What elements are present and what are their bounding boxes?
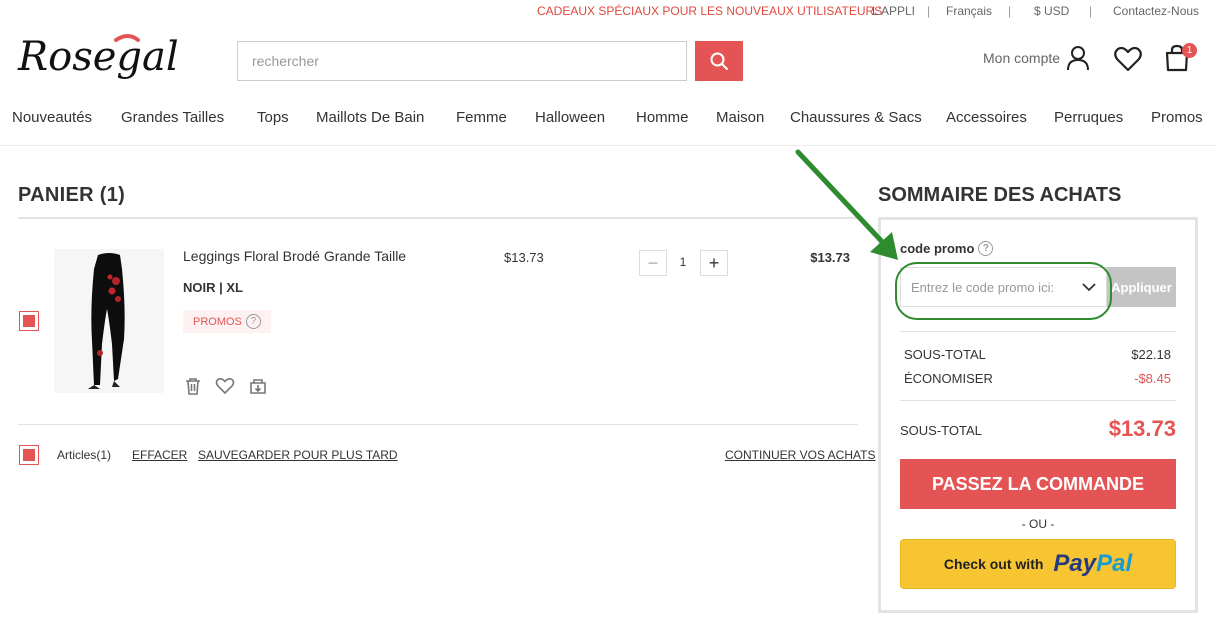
cart-footer-divider	[18, 424, 858, 425]
product-image[interactable]	[54, 249, 164, 393]
total-value: $13.73	[1108, 416, 1176, 441]
annotation-arrow-icon	[795, 149, 898, 260]
paypal-prefix: Check out with	[943, 556, 1044, 572]
product-variant: NOIR | XL	[183, 280, 243, 295]
apply-promo-button[interactable]: Appliquer	[1107, 267, 1176, 307]
search-button[interactable]	[695, 41, 743, 81]
paypal-logo-pal: Pal	[1096, 550, 1133, 577]
separator: |	[1008, 4, 1012, 18]
search-icon	[710, 52, 728, 70]
top-bar: CADEAUX SPÉCIAUX POUR LES NOUVEAUX UTILI…	[0, 4, 1216, 18]
language-selector[interactable]: Français	[946, 4, 992, 18]
nav-item-tops[interactable]: Tops	[257, 109, 289, 126]
nav-item-maillots[interactable]: Maillots De Bain	[316, 109, 424, 126]
trash-icon[interactable]	[183, 376, 203, 396]
search-input[interactable]	[237, 41, 687, 81]
rosegal-logo[interactable]: Rosegal	[16, 28, 198, 88]
separator: |	[1089, 4, 1093, 18]
nav-item-homme[interactable]: Homme	[636, 109, 689, 126]
wishlist-heart-icon[interactable]	[215, 376, 235, 396]
product-name[interactable]: Leggings Floral Brodé Grande Taille	[183, 248, 406, 264]
nav-item-accessoires[interactable]: Accessoires	[946, 109, 1027, 126]
paypal-logo-pay: Pay	[1053, 550, 1097, 577]
total-label: SOUS-TOTAL	[900, 423, 982, 438]
promo-tag[interactable]: PROMOS ?	[183, 310, 271, 333]
place-order-button[interactable]: PASSEZ LA COMMANDE	[900, 459, 1176, 509]
summary-divider	[900, 400, 1176, 401]
app-link[interactable]: L'APPLI	[872, 4, 915, 18]
summary-title: SOMMAIRE DES ACHATS	[878, 184, 1122, 206]
separator: |	[927, 4, 931, 18]
paypal-checkout-button[interactable]: Check out with PayPal	[900, 539, 1176, 589]
nav-item-promos[interactable]: Promos	[1151, 109, 1203, 126]
cart-title: PANIER (1)	[18, 184, 126, 206]
select-all-checkbox[interactable]	[19, 445, 39, 465]
item-select-checkbox[interactable]	[19, 311, 39, 331]
continue-shopping-link[interactable]: CONTINUER VOS ACHATS	[725, 448, 875, 462]
wishlist-heart-icon[interactable]	[1114, 46, 1142, 72]
subtotal-label: SOUS-TOTAL	[904, 347, 986, 362]
annotation-highlight-oval	[895, 262, 1112, 320]
subtotal-value: $22.18	[1131, 347, 1171, 362]
new-user-promo-link[interactable]: CADEAUX SPÉCIAUX POUR LES NOUVEAUX UTILI…	[537, 4, 882, 18]
save-for-later-icon[interactable]	[248, 376, 268, 396]
bag-count-badge: 1	[1182, 43, 1197, 58]
quantity-value[interactable]: 1	[672, 255, 694, 269]
promo-tag-label: PROMOS	[193, 315, 242, 328]
articles-count: Articles(1)	[57, 448, 112, 462]
savings-value: -$8.45	[1134, 371, 1171, 386]
nav-item-femme[interactable]: Femme	[456, 109, 507, 126]
nav-item-chaussures-sacs[interactable]: Chaussures & Sacs	[790, 109, 922, 126]
nav-item-perruques[interactable]: Perruques	[1054, 109, 1123, 126]
nav-item-nouveautes[interactable]: Nouveautés	[12, 109, 92, 126]
promo-code-label: code promo ?	[900, 241, 994, 256]
paypal-logo: PayPal	[1053, 550, 1132, 578]
nav-item-halloween[interactable]: Halloween	[535, 109, 605, 126]
summary-divider	[900, 331, 1176, 332]
save-for-later-link[interactable]: SAUVEGARDER POUR PLUS TARD	[198, 448, 398, 462]
clear-cart-link[interactable]: EFFACER	[132, 448, 187, 462]
help-icon[interactable]: ?	[245, 314, 261, 329]
logo-wordmark: Rosegal	[17, 34, 179, 80]
unit-price: $13.73	[504, 250, 544, 265]
nav-item-grandes-tailles[interactable]: Grandes Tailles	[121, 109, 224, 126]
or-separator: - OU -	[1021, 517, 1055, 531]
account-link[interactable]: Mon compte	[983, 50, 1060, 66]
quantity-increase-button[interactable]: +	[700, 250, 728, 276]
savings-label: ÉCONOMISER	[904, 371, 993, 386]
nav-item-maison[interactable]: Maison	[716, 109, 764, 126]
promo-code-label-text: code promo	[900, 241, 975, 256]
help-icon[interactable]: ?	[978, 241, 994, 256]
currency-selector[interactable]: $ USD	[1034, 4, 1069, 18]
nav-divider	[0, 145, 1216, 146]
cart-divider	[18, 217, 858, 219]
contact-link[interactable]: Contactez-Nous	[1113, 4, 1199, 18]
user-icon[interactable]	[1066, 45, 1090, 71]
quantity-decrease-button[interactable]: −	[639, 250, 667, 276]
